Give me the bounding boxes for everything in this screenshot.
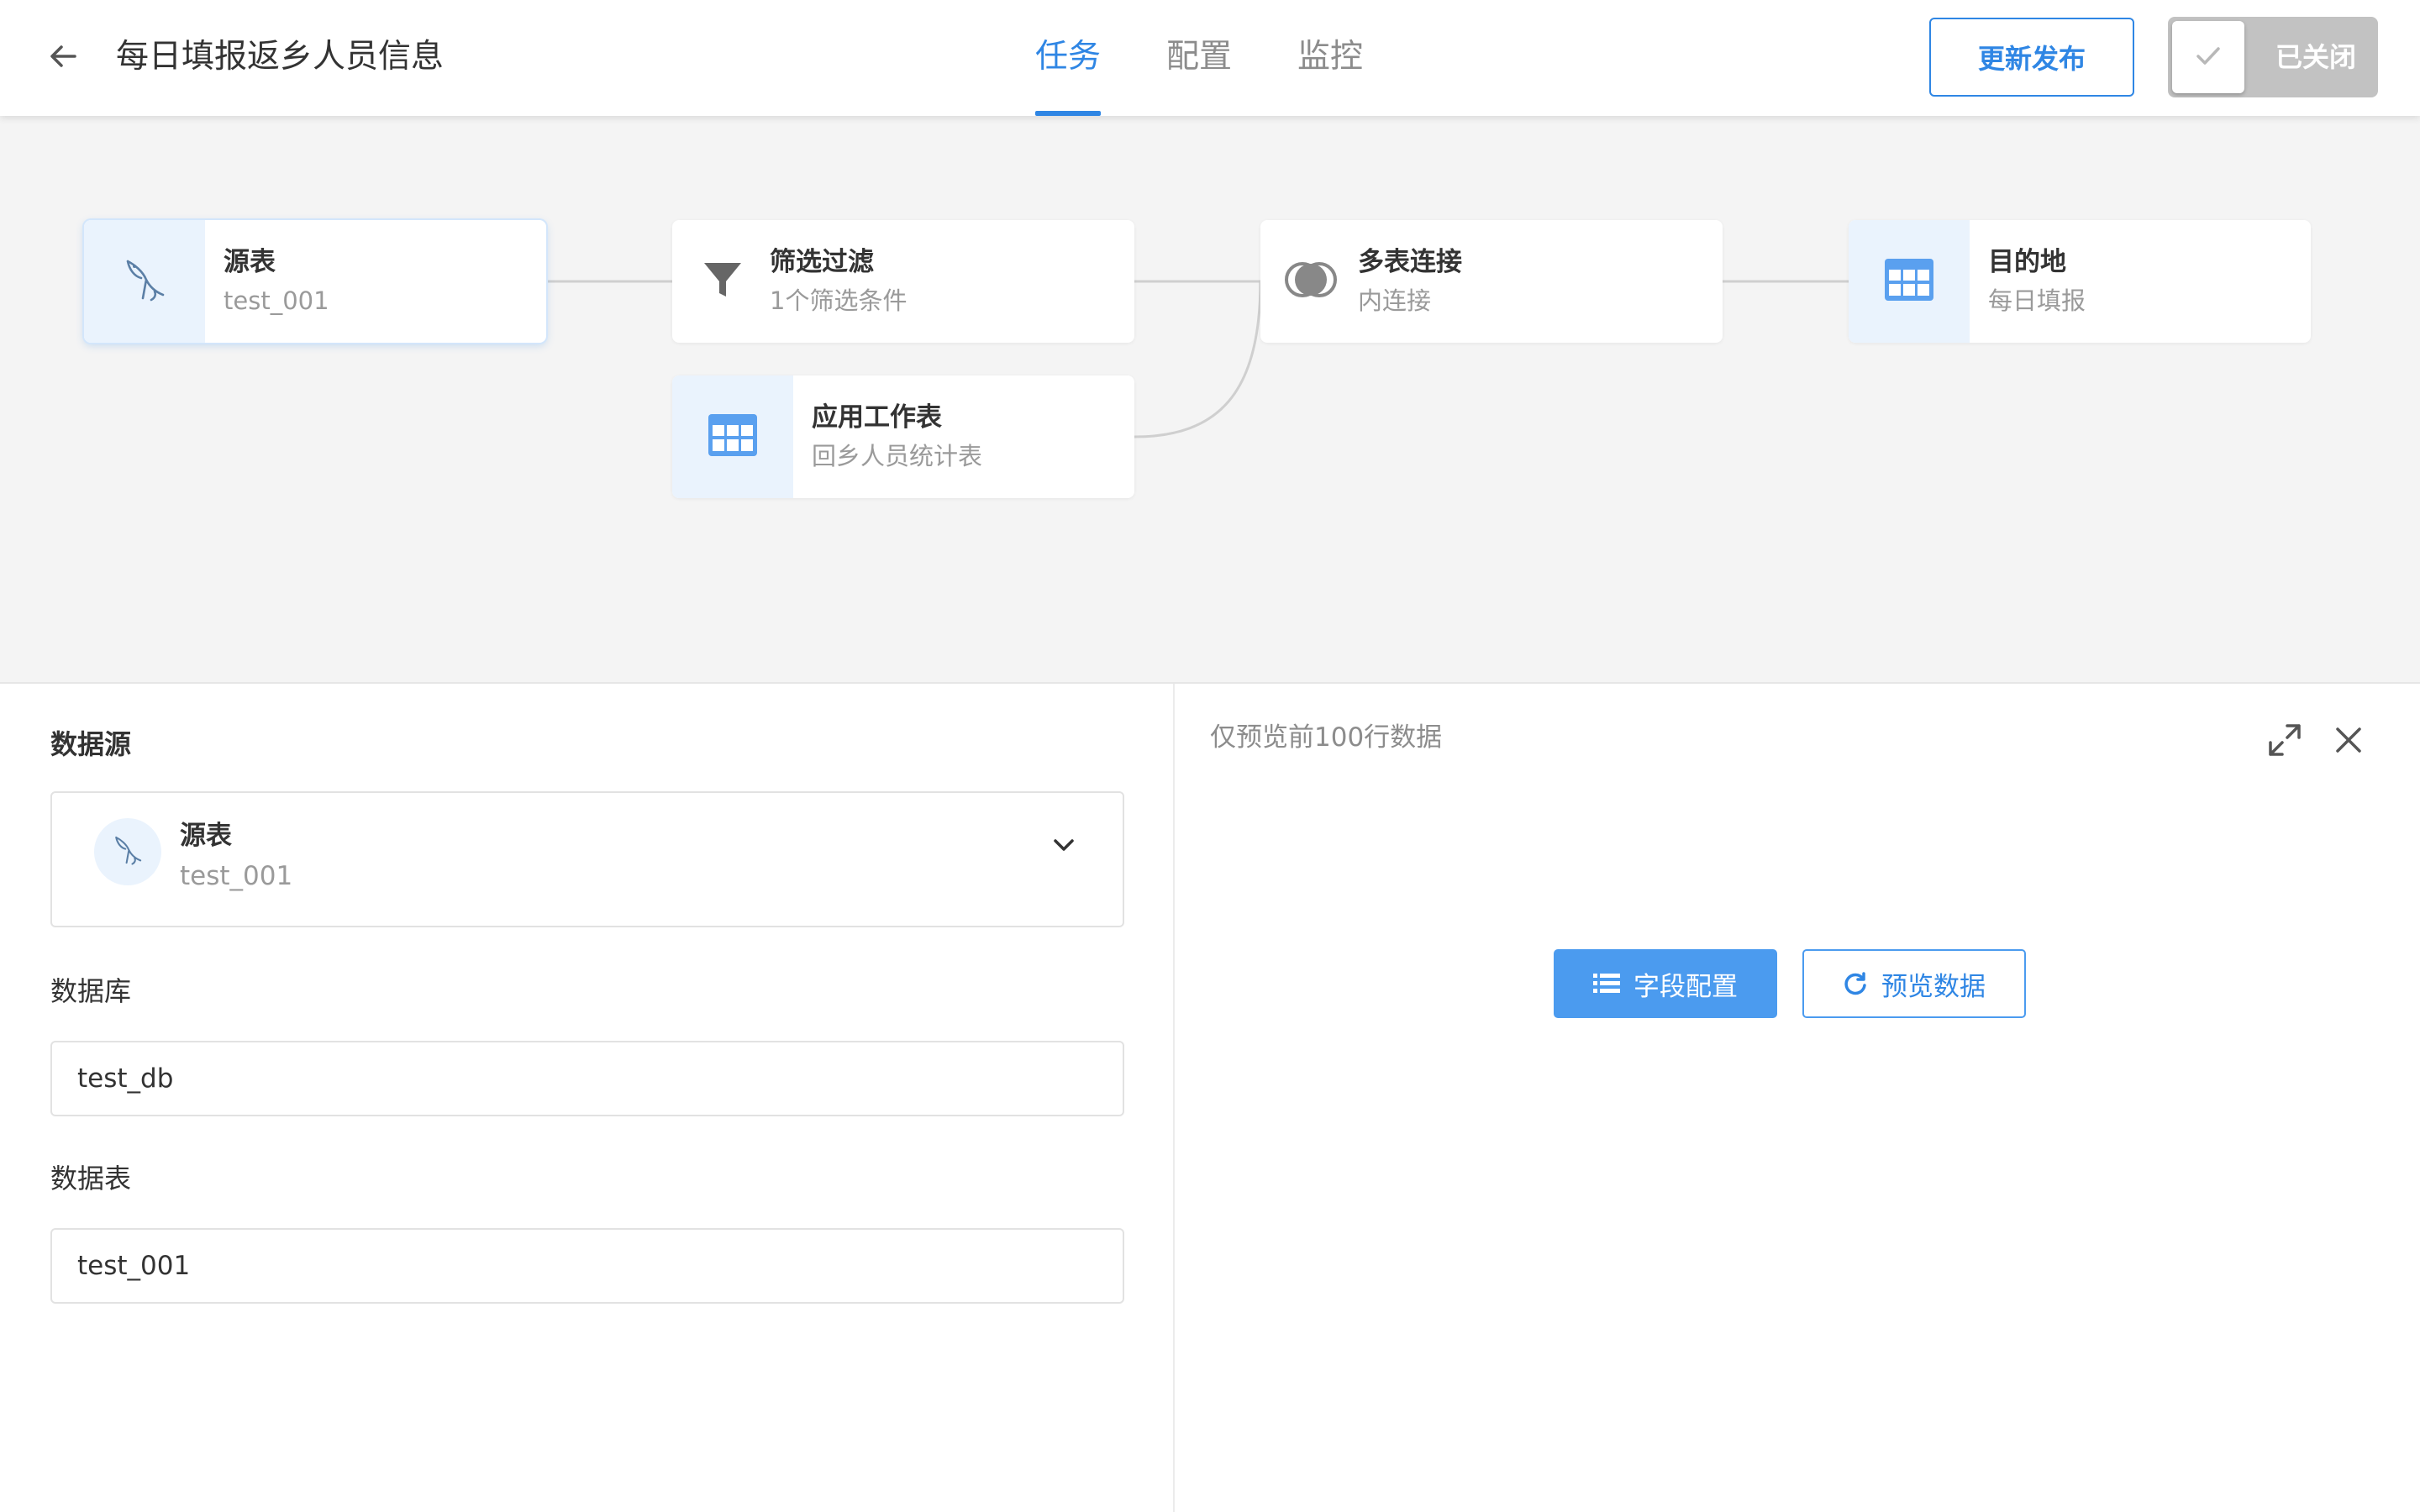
- expand-icon[interactable]: [2267, 722, 2302, 758]
- join-circles-icon: [1281, 258, 1341, 305]
- tab-bar: 任务 配置 监控: [1035, 0, 1428, 116]
- flow-node-join[interactable]: 多表连接 内连接: [1260, 220, 1723, 343]
- table-input[interactable]: [50, 1228, 1124, 1304]
- datasource-subtitle: test_001: [180, 861, 293, 891]
- node-icon-area: [672, 375, 793, 498]
- preview-panel: 仅预览前100行数据 字段配置 预览数据: [1175, 684, 2420, 1512]
- table-label: 数据表: [50, 1163, 132, 1194]
- flow-node-source[interactable]: 源表 test_001: [84, 220, 546, 343]
- field-config-label: 字段配置: [1634, 971, 1738, 1002]
- node-subtitle: 每日填报: [1988, 286, 2086, 315]
- arrow-left-icon: [46, 39, 80, 76]
- mysql-dolphin-icon: [118, 253, 171, 310]
- update-publish-button[interactable]: 更新发布: [1929, 18, 2134, 97]
- node-config-panel: 数据源 源表 test_001 数据库 数据表: [0, 684, 1175, 1512]
- enable-toggle[interactable]: 已关闭: [2168, 17, 2378, 97]
- close-icon[interactable]: [2331, 722, 2366, 758]
- table-grid-icon: [1884, 258, 1934, 305]
- node-title: 源表: [224, 247, 276, 277]
- tab-monitor[interactable]: 监控: [1297, 0, 1363, 116]
- preview-data-button[interactable]: 预览数据: [1802, 949, 2026, 1018]
- tab-config[interactable]: 配置: [1166, 0, 1232, 116]
- chevron-down-icon[interactable]: [1047, 828, 1081, 862]
- node-subtitle: 内连接: [1358, 286, 1432, 315]
- node-title: 多表连接: [1358, 247, 1462, 277]
- node-title: 应用工作表: [812, 402, 942, 433]
- database-input[interactable]: [50, 1041, 1124, 1116]
- preview-hint: 仅预览前100行数据: [1210, 722, 1443, 753]
- database-label: 数据库: [50, 975, 132, 1007]
- flow-node-filter[interactable]: 筛选过滤 1个筛选条件: [672, 220, 1134, 343]
- node-subtitle: 回乡人员统计表: [812, 442, 983, 470]
- node-title: 目的地: [1988, 247, 2066, 277]
- datasource-avatar: [94, 818, 161, 885]
- page-title: 每日填报返乡人员信息: [116, 38, 445, 76]
- tab-task[interactable]: 任务: [1035, 0, 1102, 116]
- node-title: 筛选过滤: [770, 247, 874, 277]
- toggle-label: 已关闭: [2275, 41, 2357, 73]
- top-header: 每日填报返乡人员信息 任务 配置 监控 更新发布 已关闭: [0, 0, 2420, 116]
- list-icon: [1593, 972, 1620, 995]
- flow-node-worksheet[interactable]: 应用工作表 回乡人员统计表: [672, 375, 1134, 498]
- datasource-title: 源表: [180, 821, 232, 851]
- toggle-knob: [2172, 21, 2244, 93]
- preview-data-label: 预览数据: [1881, 971, 1986, 1002]
- field-config-button[interactable]: 字段配置: [1554, 949, 1777, 1018]
- node-icon-area: [84, 220, 205, 343]
- flow-connectors: [546, 280, 1849, 438]
- datasource-label: 数据源: [50, 728, 132, 760]
- node-subtitle: 1个筛选条件: [770, 286, 908, 315]
- back-button[interactable]: [42, 37, 84, 79]
- node-icon-area: [1849, 220, 1970, 343]
- node-subtitle: test_001: [224, 286, 329, 315]
- refresh-icon: [1843, 971, 1868, 996]
- filter-icon: [701, 258, 744, 305]
- mysql-dolphin-icon: [109, 832, 146, 872]
- flow-node-destination[interactable]: 目的地 每日填报: [1849, 220, 2311, 343]
- datasource-select[interactable]: 源表 test_001: [50, 791, 1124, 927]
- table-grid-icon: [708, 413, 758, 460]
- check-icon: [2191, 39, 2225, 76]
- flow-canvas: 源表 test_001 筛选过滤 1个筛选条件 应用工作表 回乡人员统计表 多表…: [0, 116, 2420, 684]
- connector-worksheet-join: [1134, 281, 1262, 438]
- node-icon-area: [672, 220, 773, 343]
- node-icon-area: [1260, 220, 1361, 343]
